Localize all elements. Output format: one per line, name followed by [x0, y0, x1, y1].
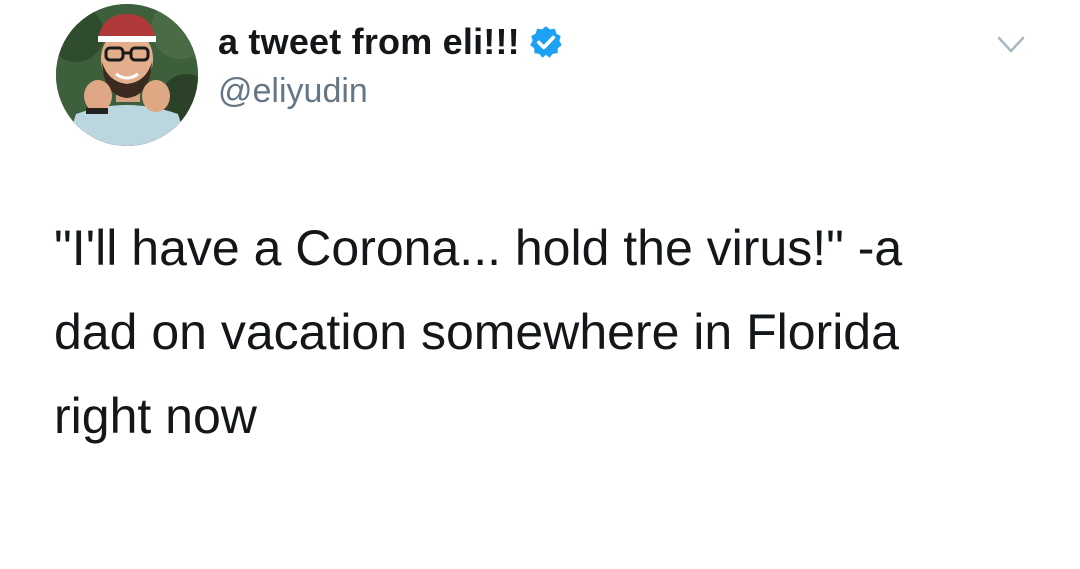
- tweet-text: "I'll have a Corona... hold the virus!" …: [54, 206, 1054, 458]
- tweet-text-line: right now: [54, 388, 257, 444]
- display-name[interactable]: a tweet from eli!!!: [218, 21, 520, 63]
- tweet-header: a tweet from eli!!! @eliyudin: [218, 16, 564, 111]
- user-handle[interactable]: @eliyudin: [218, 72, 564, 111]
- verified-badge-icon: [528, 24, 564, 60]
- tweet-text-line: dad on vacation somewhere in Florida: [54, 304, 899, 360]
- tweet-text-line: "I'll have a Corona... hold the virus!" …: [54, 220, 903, 276]
- profile-photo-icon: [56, 4, 198, 146]
- avatar[interactable]: [56, 4, 198, 146]
- chevron-down-icon[interactable]: [996, 34, 1026, 56]
- tweet-card: a tweet from eli!!! @eliyudin "I'll have…: [0, 0, 1080, 569]
- name-row: a tweet from eli!!!: [218, 16, 564, 68]
